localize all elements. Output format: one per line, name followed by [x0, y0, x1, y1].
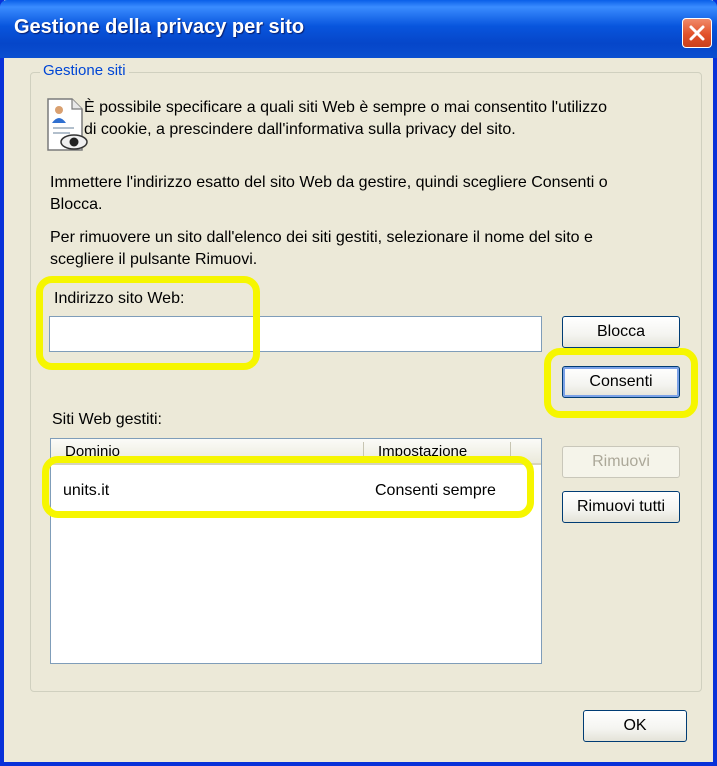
ok-button[interactable]: OK: [583, 710, 687, 742]
close-icon: [689, 25, 705, 41]
group-legend: Gestione siti: [40, 62, 129, 79]
remove-all-button[interactable]: Rimuovi tutti: [562, 491, 680, 523]
instruction-line-1: Immettere l'indirizzo esatto del sito We…: [50, 174, 608, 191]
close-button[interactable]: [682, 18, 712, 48]
instruction-line-4: scegliere il pulsante Rimuovi.: [50, 251, 258, 268]
window-title: Gestione della privacy per sito: [14, 16, 305, 38]
block-button[interactable]: Blocca: [562, 316, 680, 348]
highlight-site-row: [42, 456, 534, 518]
highlight-allow-button: [544, 348, 698, 418]
managed-sites-label: Siti Web gestiti:: [52, 411, 162, 428]
intro-line-1: È possibile specificare a quali siti Web…: [84, 99, 607, 116]
instruction-line-3: Per rimuovere un sito dall'elenco dei si…: [50, 229, 593, 246]
highlight-address-field: [36, 276, 260, 370]
instruction-line-2: Blocca.: [50, 196, 103, 213]
intro-line-2: di cookie, a prescindere dall'informativ…: [84, 121, 516, 138]
remove-button[interactable]: Rimuovi: [562, 446, 680, 478]
title-bar[interactable]: Gestione della privacy per sito: [0, 0, 717, 58]
